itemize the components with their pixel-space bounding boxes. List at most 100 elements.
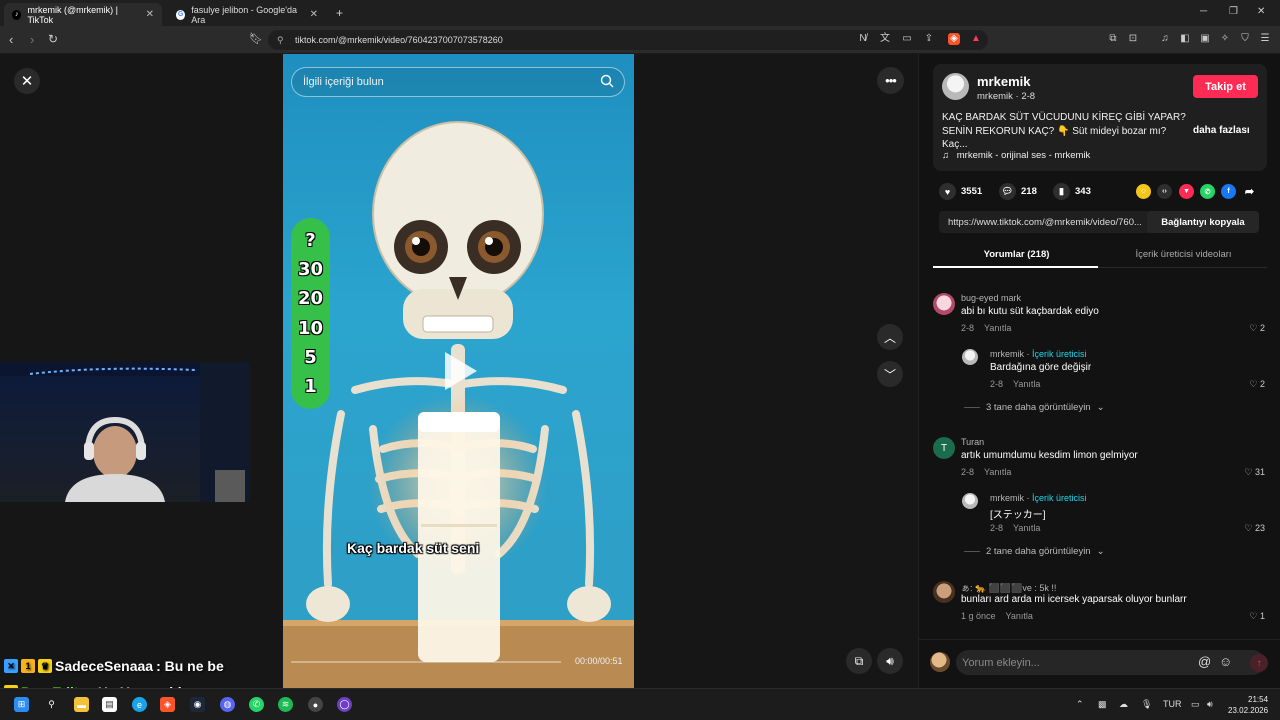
- system-clock[interactable]: 21:54 23.02.2026: [1228, 694, 1268, 716]
- edge-icon[interactable]: e: [132, 697, 147, 712]
- maximize-icon[interactable]: ❐: [1229, 6, 1238, 17]
- music-line[interactable]: ♫ mrkemik - orijinal ses - mrkemik: [942, 150, 1090, 161]
- comment-like[interactable]: ♡ 23: [1244, 523, 1265, 534]
- comment-like[interactable]: ♡ 31: [1244, 467, 1265, 478]
- brave-rewards-icon[interactable]: ▲: [970, 33, 982, 45]
- whatsapp-taskbar-icon[interactable]: ✆: [249, 697, 264, 712]
- comment-username[interactable]: bug-eyed mark: [961, 293, 1021, 303]
- network-icon[interactable]: ▭: [1191, 699, 1200, 710]
- start-icon[interactable]: ⊞: [14, 697, 29, 712]
- wallet-icon[interactable]: ▣: [1199, 33, 1211, 45]
- emoji-icon[interactable]: ☺: [1219, 654, 1232, 669]
- search-icon[interactable]: [600, 74, 614, 88]
- volume-button[interactable]: 🔊︎: [877, 648, 903, 674]
- mention-icon[interactable]: @: [1198, 654, 1211, 669]
- comment-like[interactable]: ♡ 1: [1249, 611, 1265, 622]
- back-icon[interactable]: ‹: [9, 32, 13, 47]
- tab-comments[interactable]: Yorumlar (218): [933, 249, 1100, 260]
- comment-username[interactable]: Turan: [961, 437, 984, 447]
- tab-creator-videos[interactable]: İçerik üreticisi videoları: [1100, 249, 1267, 260]
- more-options-button[interactable]: •••: [877, 67, 904, 94]
- previous-video-button[interactable]: ︿: [877, 324, 903, 350]
- site-info-icon[interactable]: ⚲: [277, 30, 284, 50]
- new-tab-button[interactable]: +: [336, 6, 343, 20]
- reply-button[interactable]: Yanıtla: [1013, 523, 1040, 533]
- volume-tray-icon[interactable]: 🔊︎: [1207, 699, 1213, 710]
- bookmark-icon[interactable]: 🔖︎: [249, 32, 263, 45]
- save-button[interactable]: ▮ 343: [1053, 183, 1091, 200]
- send-comment-button[interactable]: ↑: [1250, 654, 1268, 672]
- microphone-icon[interactable]: 🎙︎: [1141, 699, 1152, 710]
- extensions-icon[interactable]: ⧉: [1107, 33, 1119, 45]
- share-page-icon[interactable]: ⇪: [923, 33, 935, 45]
- commenter-avatar[interactable]: [933, 293, 955, 315]
- share-arrow-icon[interactable]: ➦: [1242, 184, 1257, 199]
- tray-cloud-icon[interactable]: ☁: [1119, 699, 1128, 710]
- whatsapp-icon[interactable]: ✆: [1200, 184, 1215, 199]
- view-more-replies[interactable]: 3 tane daha görüntüleyin ⌄: [964, 402, 1105, 413]
- comment-like[interactable]: ♡ 2: [1249, 323, 1265, 334]
- minimize-icon[interactable]: ─: [1200, 6, 1207, 17]
- forward-icon[interactable]: ›: [30, 32, 34, 47]
- reply-button[interactable]: Yanıtla: [984, 467, 1011, 477]
- commenter-avatar[interactable]: T: [933, 437, 955, 459]
- creator-avatar[interactable]: [962, 349, 978, 365]
- like-button[interactable]: ♥ 3551: [939, 183, 982, 200]
- language-indicator[interactable]: TUR: [1163, 699, 1182, 709]
- next-video-button[interactable]: ﹀: [877, 361, 903, 387]
- menu-icon[interactable]: ☰: [1259, 33, 1271, 45]
- tab-google[interactable]: G fasulye jelibon - Google'da Ara ✕: [168, 3, 326, 26]
- file-explorer-icon[interactable]: ▬: [74, 697, 89, 712]
- embed-icon[interactable]: ‹›: [1157, 184, 1172, 199]
- tray-app-icon[interactable]: ▩: [1098, 699, 1107, 710]
- follow-button[interactable]: Takip et: [1193, 75, 1258, 98]
- video-player[interactable]: [283, 54, 634, 688]
- brave-icon[interactable]: ◈: [160, 697, 175, 712]
- facebook-icon[interactable]: f: [1221, 184, 1236, 199]
- tray-expand-icon[interactable]: ⌃: [1076, 699, 1084, 710]
- comment-username[interactable]: mrkemik · İçerik üreticisi: [990, 349, 1087, 359]
- reader-mode-icon[interactable]: N̸: [857, 33, 869, 45]
- cast-icon[interactable]: ▭: [901, 33, 913, 45]
- reply-button[interactable]: Yanıtla: [1013, 379, 1040, 389]
- floating-player-button[interactable]: ⧉: [846, 648, 872, 674]
- commenter-avatar[interactable]: [933, 581, 955, 603]
- send-to-friends-icon[interactable]: ▼: [1179, 184, 1194, 199]
- translate-icon[interactable]: 文: [879, 33, 891, 45]
- obs-icon[interactable]: ●: [308, 697, 323, 712]
- comment-username[interactable]: ぁ: 🐆 ⬛⬛⬛ve : 5k !!: [961, 581, 1056, 594]
- window-close-icon[interactable]: ✕: [1257, 6, 1265, 17]
- steam-icon[interactable]: ◉: [190, 697, 205, 712]
- brave-shield-icon[interactable]: ◈: [948, 33, 960, 45]
- close-video-button[interactable]: ✕: [14, 68, 40, 94]
- discord-icon[interactable]: ◍: [220, 697, 235, 712]
- close-tab-icon[interactable]: ✕: [310, 9, 318, 20]
- creator-avatar[interactable]: [962, 493, 978, 509]
- app-icon[interactable]: ▤: [102, 697, 117, 712]
- sidebar-icon[interactable]: ◧: [1179, 33, 1191, 45]
- comment-like[interactable]: ♡ 2: [1249, 379, 1265, 390]
- reload-icon[interactable]: ↻: [48, 32, 58, 46]
- vpn-icon[interactable]: ⛉: [1239, 33, 1251, 45]
- volume-icon: 🔊︎: [886, 653, 894, 668]
- close-tab-icon[interactable]: ✕: [146, 9, 154, 20]
- author-avatar[interactable]: [942, 73, 969, 100]
- leo-ai-icon[interactable]: ✧: [1219, 33, 1231, 45]
- spotify-icon[interactable]: ≋: [278, 697, 293, 712]
- comment-button[interactable]: 💬︎ 218: [999, 183, 1037, 200]
- tab-tiktok[interactable]: ♪ mrkemik (@mrkemik) | TikTok ✕: [4, 3, 162, 26]
- media-icon[interactable]: ♫: [1159, 33, 1171, 45]
- author-name[interactable]: mrkemik: [977, 74, 1030, 89]
- reply-button[interactable]: Yanıtla: [1006, 611, 1033, 621]
- video-search-input[interactable]: İlgili içeriği bulun: [291, 67, 625, 97]
- more-description-link[interactable]: daha fazlası: [1193, 125, 1250, 136]
- search-icon[interactable]: ⚲: [44, 697, 59, 712]
- reply-button[interactable]: Yanıtla: [984, 323, 1011, 333]
- screenshot-icon[interactable]: ⊡: [1127, 33, 1139, 45]
- comment-username[interactable]: mrkemik · İçerik üreticisi: [990, 493, 1087, 503]
- view-more-replies[interactable]: 2 tane daha görüntüleyin ⌄: [964, 546, 1105, 557]
- copy-link-button[interactable]: Bağlantıyı kopyala: [1147, 211, 1259, 233]
- friends-share-icon[interactable]: ☺: [1136, 184, 1151, 199]
- app-purple-icon[interactable]: ◯: [337, 697, 352, 712]
- video-progress-bar[interactable]: [291, 661, 561, 663]
